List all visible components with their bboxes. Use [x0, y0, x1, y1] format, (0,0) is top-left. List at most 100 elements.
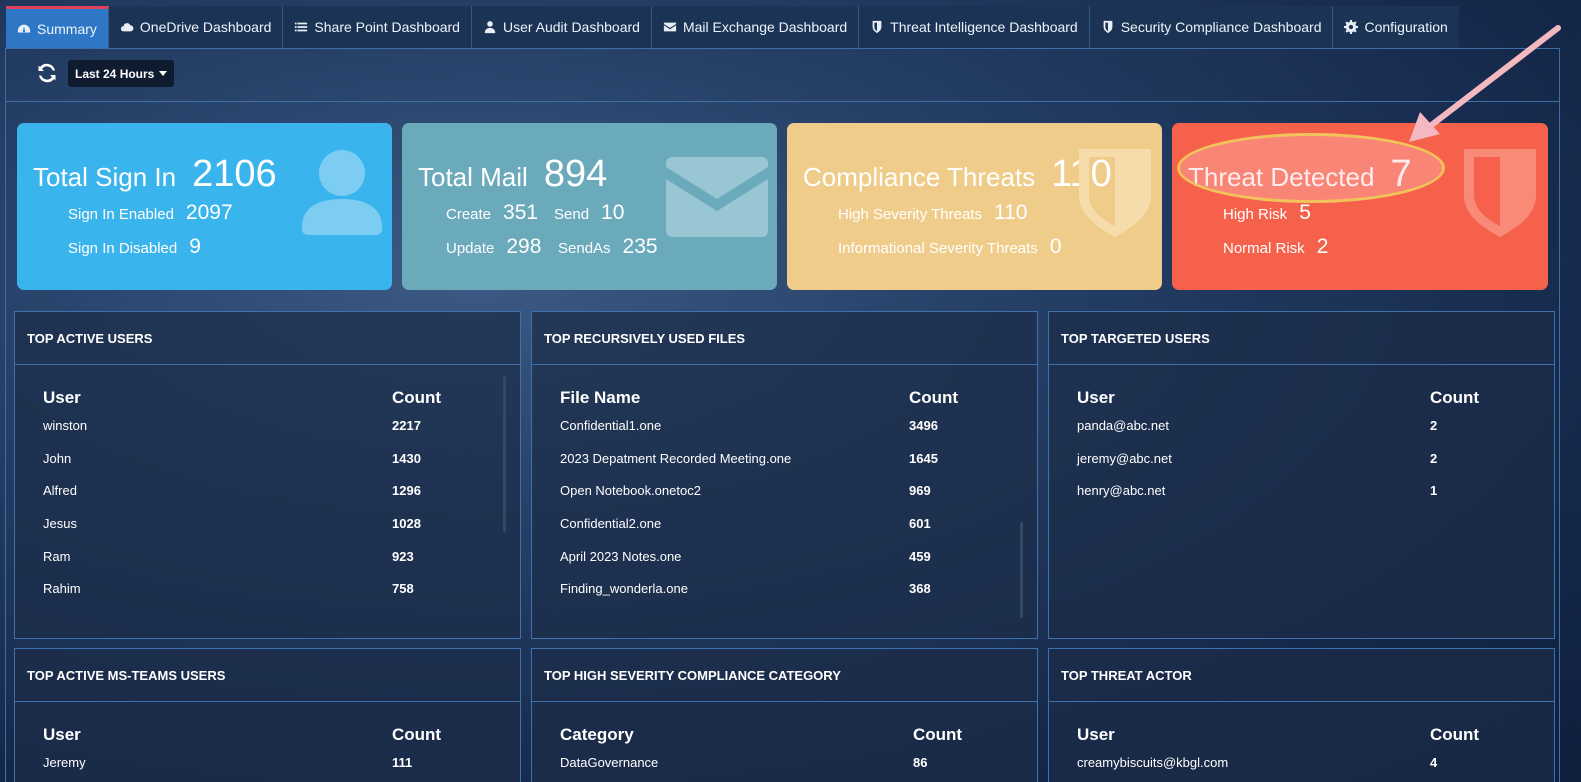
time-range-label: Last 24 Hours — [75, 66, 155, 81]
refresh-icon[interactable] — [35, 61, 59, 85]
table-header: User Count — [1077, 725, 1526, 755]
cell-count: 368 — [909, 581, 931, 597]
envelope-icon — [666, 157, 768, 237]
table-row[interactable]: Confidential1.one 3496 — [560, 418, 1009, 451]
tab-label: Security Compliance Dashboard — [1120, 19, 1322, 35]
mail-create-row: Create 351 — [446, 201, 538, 225]
tab-label: OneDrive Dashboard — [139, 19, 272, 35]
panel-title: TOP TARGETED USERS — [1049, 312, 1554, 365]
card-compliance-threats[interactable]: Compliance Threats 110 High Severity Thr… — [787, 123, 1162, 290]
panel-title: TOP RECURSIVELY USED FILES — [532, 312, 1037, 365]
tab-security-compliance[interactable]: Security Compliance Dashboard — [1090, 6, 1334, 48]
card-threat-detected[interactable]: Threat Detected 7 High Risk 5 Normal Ris… — [1172, 123, 1548, 290]
tab-summary[interactable]: Summary — [6, 6, 109, 48]
data-table: User Count Jeremy 111 — [43, 725, 492, 782]
card-title: Total Sign In 2106 — [33, 153, 277, 196]
cell-name: Jeremy — [43, 755, 86, 770]
table-row[interactable]: Confidential2.one 601 — [560, 516, 1009, 549]
top-nav: Summary OneDrive Dashboard Share Point D… — [6, 6, 1459, 48]
table-row[interactable]: creamybiscuits@kbgl.com 4 — [1077, 755, 1526, 782]
time-range-dropdown[interactable]: Last 24 Hours — [68, 60, 175, 87]
sign-in-disabled-row: Sign In Disabled 9 — [68, 235, 201, 259]
row-label: Sign In Disabled — [68, 240, 178, 257]
cell-name: Open Notebook.onetoc2 — [560, 483, 701, 499]
row-label: Normal Risk — [1223, 240, 1305, 257]
tab-mail-exchange[interactable]: Mail Exchange Dashboard — [652, 6, 860, 48]
panel-top-targeted-users: TOP TARGETED USERS User Count panda@abc.… — [1048, 311, 1555, 639]
table-row[interactable]: Jeremy 111 — [43, 755, 492, 782]
cell-count: 2217 — [392, 418, 421, 433]
high-severity-row: High Severity Threats 110 — [838, 201, 1027, 225]
informational-severity-row: Informational Severity Threats 0 — [838, 235, 1062, 259]
table-header: File Name Count — [560, 388, 1009, 418]
mail-send-row: Send 10 — [554, 201, 624, 225]
column-header: Category — [560, 725, 634, 744]
table-row[interactable]: 2023 Depatment Recorded Meeting.one 1645 — [560, 451, 1009, 484]
table-row[interactable]: henry@abc.net 1 — [1077, 483, 1526, 516]
tab-label: Threat Intelligence Dashboard — [890, 19, 1078, 35]
tab-label: Share Point Dashboard — [314, 19, 460, 35]
scrollbar[interactable] — [1020, 522, 1023, 618]
panel-top-recursively-used-files: TOP RECURSIVELY USED FILES File Name Cou… — [531, 311, 1038, 639]
mail-update-row: Update 298 — [446, 235, 541, 259]
table-row[interactable]: Alfred 1296 — [43, 483, 492, 516]
cell-name: jeremy@abc.net — [1077, 450, 1172, 466]
data-table: User Count creamybiscuits@kbgl.com 4 — [1077, 725, 1526, 782]
table-row[interactable]: panda@abc.net 2 — [1077, 418, 1526, 451]
tab-onedrive[interactable]: OneDrive Dashboard — [109, 6, 284, 48]
cell-name: Confidential1.one — [560, 418, 662, 433]
table-row[interactable]: April 2023 Notes.one 459 — [560, 549, 1009, 582]
tab-label: User Audit Dashboard — [502, 19, 640, 35]
column-header: User — [43, 725, 81, 744]
row-value: 0 — [1049, 235, 1062, 258]
card-title-text: Total Sign In — [33, 162, 177, 192]
row-label: Send — [554, 206, 590, 223]
column-header: Count — [392, 725, 442, 744]
cell-count: 459 — [909, 548, 931, 564]
shield-icon — [1079, 149, 1151, 237]
cell-count: 1430 — [392, 450, 421, 466]
cell-count: 4 — [1430, 755, 1438, 770]
table-row[interactable]: Jesus 1028 — [43, 516, 492, 549]
row-value: 235 — [622, 235, 658, 258]
cell-name: 2023 Depatment Recorded Meeting.one — [560, 450, 792, 466]
panel-top-active-users: TOP ACTIVE USERS User Count winston 2217 … — [14, 311, 521, 639]
table-row[interactable]: Finding_wonderla.one 368 — [560, 581, 1009, 614]
table-row[interactable]: Rahim 758 — [43, 581, 492, 614]
cell-name: winston — [43, 418, 88, 433]
data-table: User Count winston 2217 John 1430 Alfred 12… — [43, 388, 492, 614]
card-title: Total Mail 894 — [418, 153, 607, 196]
cell-name: John — [43, 450, 72, 466]
tab-user-audit[interactable]: User Audit Dashboard — [472, 6, 652, 48]
cell-count: 758 — [392, 581, 414, 597]
table-row[interactable]: jeremy@abc.net 2 — [1077, 451, 1526, 484]
table-header: User Count — [43, 388, 492, 418]
table-header: User Count — [1077, 388, 1526, 418]
cell-name: Jesus — [43, 516, 77, 532]
table-row[interactable]: winston 2217 — [43, 418, 492, 451]
tab-label: Summary — [37, 20, 97, 37]
table-row[interactable]: Open Notebook.onetoc2 969 — [560, 483, 1009, 516]
cell-count: 1645 — [909, 450, 938, 466]
table-row[interactable]: John 1430 — [43, 451, 492, 484]
shield-icon — [872, 20, 882, 34]
table-header: Category Count — [560, 725, 1009, 755]
panel-title: TOP HIGH SEVERITY COMPLIANCE CATEGORY — [532, 649, 1037, 702]
column-header: Count — [1430, 388, 1480, 407]
tab-threat-intelligence[interactable]: Threat Intelligence Dashboard — [859, 6, 1090, 48]
card-title-value: 894 — [543, 153, 608, 195]
card-total-mail[interactable]: Total Mail 894 Create 351 Send 10 Update… — [402, 123, 777, 290]
user-icon — [484, 21, 496, 34]
tab-configuration[interactable]: Configuration — [1333, 6, 1458, 48]
tab-sharepoint[interactable]: Share Point Dashboard — [283, 6, 472, 48]
table-row[interactable]: DataGovernance 86 — [560, 755, 1009, 782]
toolbar: Last 24 Hours — [5, 48, 1560, 102]
cell-count: 86 — [913, 755, 928, 770]
table-row[interactable]: Ram 923 — [43, 549, 492, 582]
card-total-sign-in[interactable]: Total Sign In 2106 Sign In Enabled 2097 … — [17, 123, 392, 290]
cell-name: henry@abc.net — [1077, 483, 1166, 499]
panel-top-active-ms-teams-users: TOP ACTIVE MS-TEAMS USERS User Count Jer… — [14, 648, 521, 782]
row-label: Sign In Enabled — [68, 206, 174, 223]
cell-name: Alfred — [43, 483, 77, 499]
scrollbar[interactable] — [503, 376, 506, 532]
